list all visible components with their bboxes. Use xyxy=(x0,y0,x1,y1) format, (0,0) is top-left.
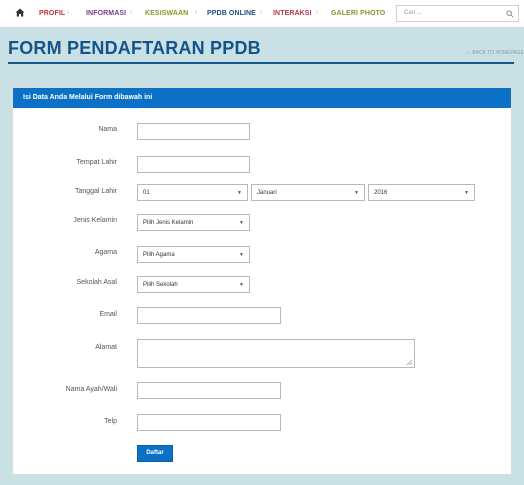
tanggal-select[interactable]: 01 ▼ xyxy=(137,184,248,201)
jenis-kelamin-label: Jenis Kelamin xyxy=(73,217,117,224)
nav-item-interaksi[interactable]: INTERAKSI xyxy=(273,10,312,17)
chevron-down-icon: ▼ xyxy=(237,190,242,196)
page-title: FORM PENDAFTARAN PPDB xyxy=(8,38,261,58)
chevron-down-icon: ▼ xyxy=(239,252,244,258)
tahun-value: 2016 xyxy=(374,190,388,196)
tempat-lahir-label: Tempat Lahir xyxy=(76,159,117,166)
nav-item-informasi[interactable]: INFORMASI xyxy=(86,10,126,17)
nav-separator: › xyxy=(67,9,70,16)
nav-separator: › xyxy=(316,9,319,16)
bulan-value: Januari xyxy=(257,190,277,196)
sekolah-asal-select[interactable]: Pilih Sekolah ▼ xyxy=(137,276,250,293)
chevron-down-icon: ▼ xyxy=(464,190,469,196)
sekolah-asal-value: Pilih Sekolah xyxy=(143,282,178,288)
chevron-down-icon: ▼ xyxy=(239,282,244,288)
agama-value: Pilih Agama xyxy=(143,252,175,258)
home-icon: ⌂ xyxy=(467,50,471,56)
agama-select[interactable]: Pilih Agama ▼ xyxy=(137,246,250,263)
search-placeholder: Cari ... xyxy=(404,10,422,16)
nav-item-profil[interactable]: PROFIL xyxy=(39,10,65,17)
nav-separator: › xyxy=(130,9,133,16)
daftar-button[interactable]: Daftar xyxy=(137,445,173,462)
nav-item-galeri-photo[interactable]: GALERI PHOTO xyxy=(331,10,385,17)
tanggal-lahir-label: Tanggal Lahir xyxy=(74,188,117,195)
alamat-label: Alamat xyxy=(95,344,117,351)
chevron-down-icon: ▼ xyxy=(354,190,359,196)
registration-form-panel: Isi Data Anda Melalui Form dibawah ini N… xyxy=(12,87,512,475)
header-divider xyxy=(8,62,514,64)
panel-header: Isi Data Anda Melalui Form dibawah ini xyxy=(13,88,511,108)
bulan-select[interactable]: Januari ▼ xyxy=(251,184,365,201)
tahun-select[interactable]: 2016 ▼ xyxy=(368,184,475,201)
search-icon[interactable] xyxy=(506,10,514,18)
tanggal-value: 01 xyxy=(143,190,150,196)
tempat-lahir-field[interactable] xyxy=(137,156,250,173)
nama-field[interactable] xyxy=(137,123,250,140)
sekolah-asal-label: Sekolah Asal xyxy=(76,279,117,286)
nav-item-ppdb-online[interactable]: PPDB ONLINE xyxy=(207,10,256,17)
home-icon[interactable] xyxy=(15,7,25,18)
nav-item-kesiswaan[interactable]: KESISWAAN xyxy=(145,10,188,17)
jenis-kelamin-value: Pilih Jenis Kelamin xyxy=(143,220,194,226)
email-field[interactable] xyxy=(137,307,281,324)
email-label: Email xyxy=(99,311,117,318)
agama-label: Agama xyxy=(94,249,117,256)
search-input[interactable]: Cari ... xyxy=(396,5,519,22)
nama-ayah-field[interactable] xyxy=(137,382,281,399)
nav-separator: › xyxy=(260,9,263,16)
back-link-label: BACK TO HOMEPAGE xyxy=(472,50,524,56)
nama-ayah-label: Nama Ayah/Wali xyxy=(65,386,117,393)
resize-handle-icon[interactable] xyxy=(406,359,412,365)
back-to-homepage-link[interactable]: ⌂ BACK TO HOMEPAGE xyxy=(467,50,524,56)
jenis-kelamin-select[interactable]: Pilih Jenis Kelamin ▼ xyxy=(137,214,250,231)
panel-title: Isi Data Anda Melalui Form dibawah ini xyxy=(23,94,153,101)
telp-label: Telp xyxy=(104,418,117,425)
nav-separator: › xyxy=(195,9,198,16)
alamat-textarea[interactable] xyxy=(137,339,415,368)
chevron-down-icon: ▼ xyxy=(239,220,244,226)
nama-label: Nama xyxy=(98,126,117,133)
telp-field[interactable] xyxy=(137,414,281,431)
top-navigation: PROFIL › INFORMASI › KESISWAAN › PPDB ON… xyxy=(0,0,524,28)
